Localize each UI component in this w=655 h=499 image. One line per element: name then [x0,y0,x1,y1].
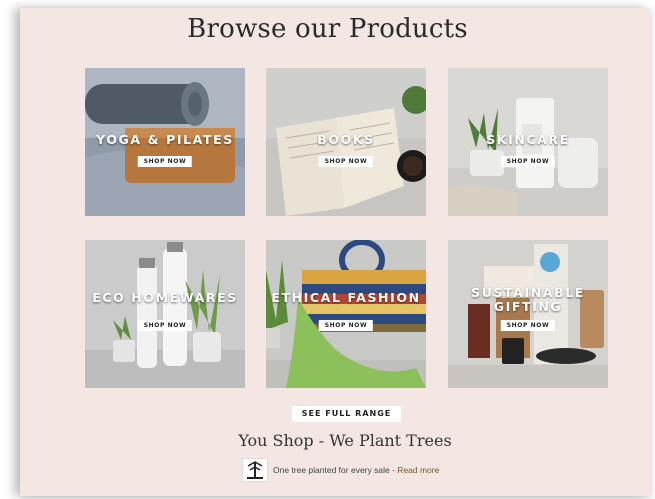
tile-books[interactable]: BOOKS SHOP NOW [266,68,426,216]
tile-caption: SKINCARE [486,132,570,147]
page-title: Browse our Products [187,14,468,44]
tile-sustainable-gifting[interactable]: SUSTAINABLE GIFTING SHOP NOW [448,240,608,388]
eco-homewares-image [85,240,245,388]
read-more-link[interactable]: Read more [397,465,439,475]
shop-now-button[interactable]: SHOP NOW [137,320,193,331]
tile-caption: YOGA & PILATES [96,132,234,147]
page: Browse our Products YOGA & PILATES SHOP … [0,0,655,499]
one-tree-planted-notice: One tree planted for every sale - Read m… [242,458,439,482]
tile-caption-line-2: GIFTING [493,299,563,314]
see-full-range-button[interactable]: SEE FULL RANGE [292,406,401,422]
tile-yoga-pilates[interactable]: YOGA & PILATES SHOP NOW [85,68,245,216]
shop-now-button[interactable]: SHOP NOW [318,320,374,331]
tile-caption: ECO HOMEWARES [92,290,238,305]
sustainable-gifting-image [448,240,608,388]
shop-now-button[interactable]: SHOP NOW [500,320,556,331]
shop-now-button[interactable]: SHOP NOW [318,156,374,167]
tile-caption: ETHICAL FASHION [271,290,421,305]
tile-caption: BOOKS [317,132,375,147]
shop-now-button[interactable]: SHOP NOW [500,156,556,167]
tile-skincare[interactable]: SKINCARE SHOP NOW [448,68,608,216]
one-tree-planted-logo [242,458,268,482]
tile-caption-line-1: SUSTAINABLE [471,285,585,300]
ethical-fashion-image [266,240,426,388]
tagline: You Shop - We Plant Trees [238,431,452,450]
shop-now-button[interactable]: SHOP NOW [137,156,193,167]
tile-eco-homewares[interactable]: ECO HOMEWARES SHOP NOW [85,240,245,388]
tile-ethical-fashion[interactable]: ETHICAL FASHION SHOP NOW [266,240,426,388]
tree-text: One tree planted for every sale - [273,465,398,475]
